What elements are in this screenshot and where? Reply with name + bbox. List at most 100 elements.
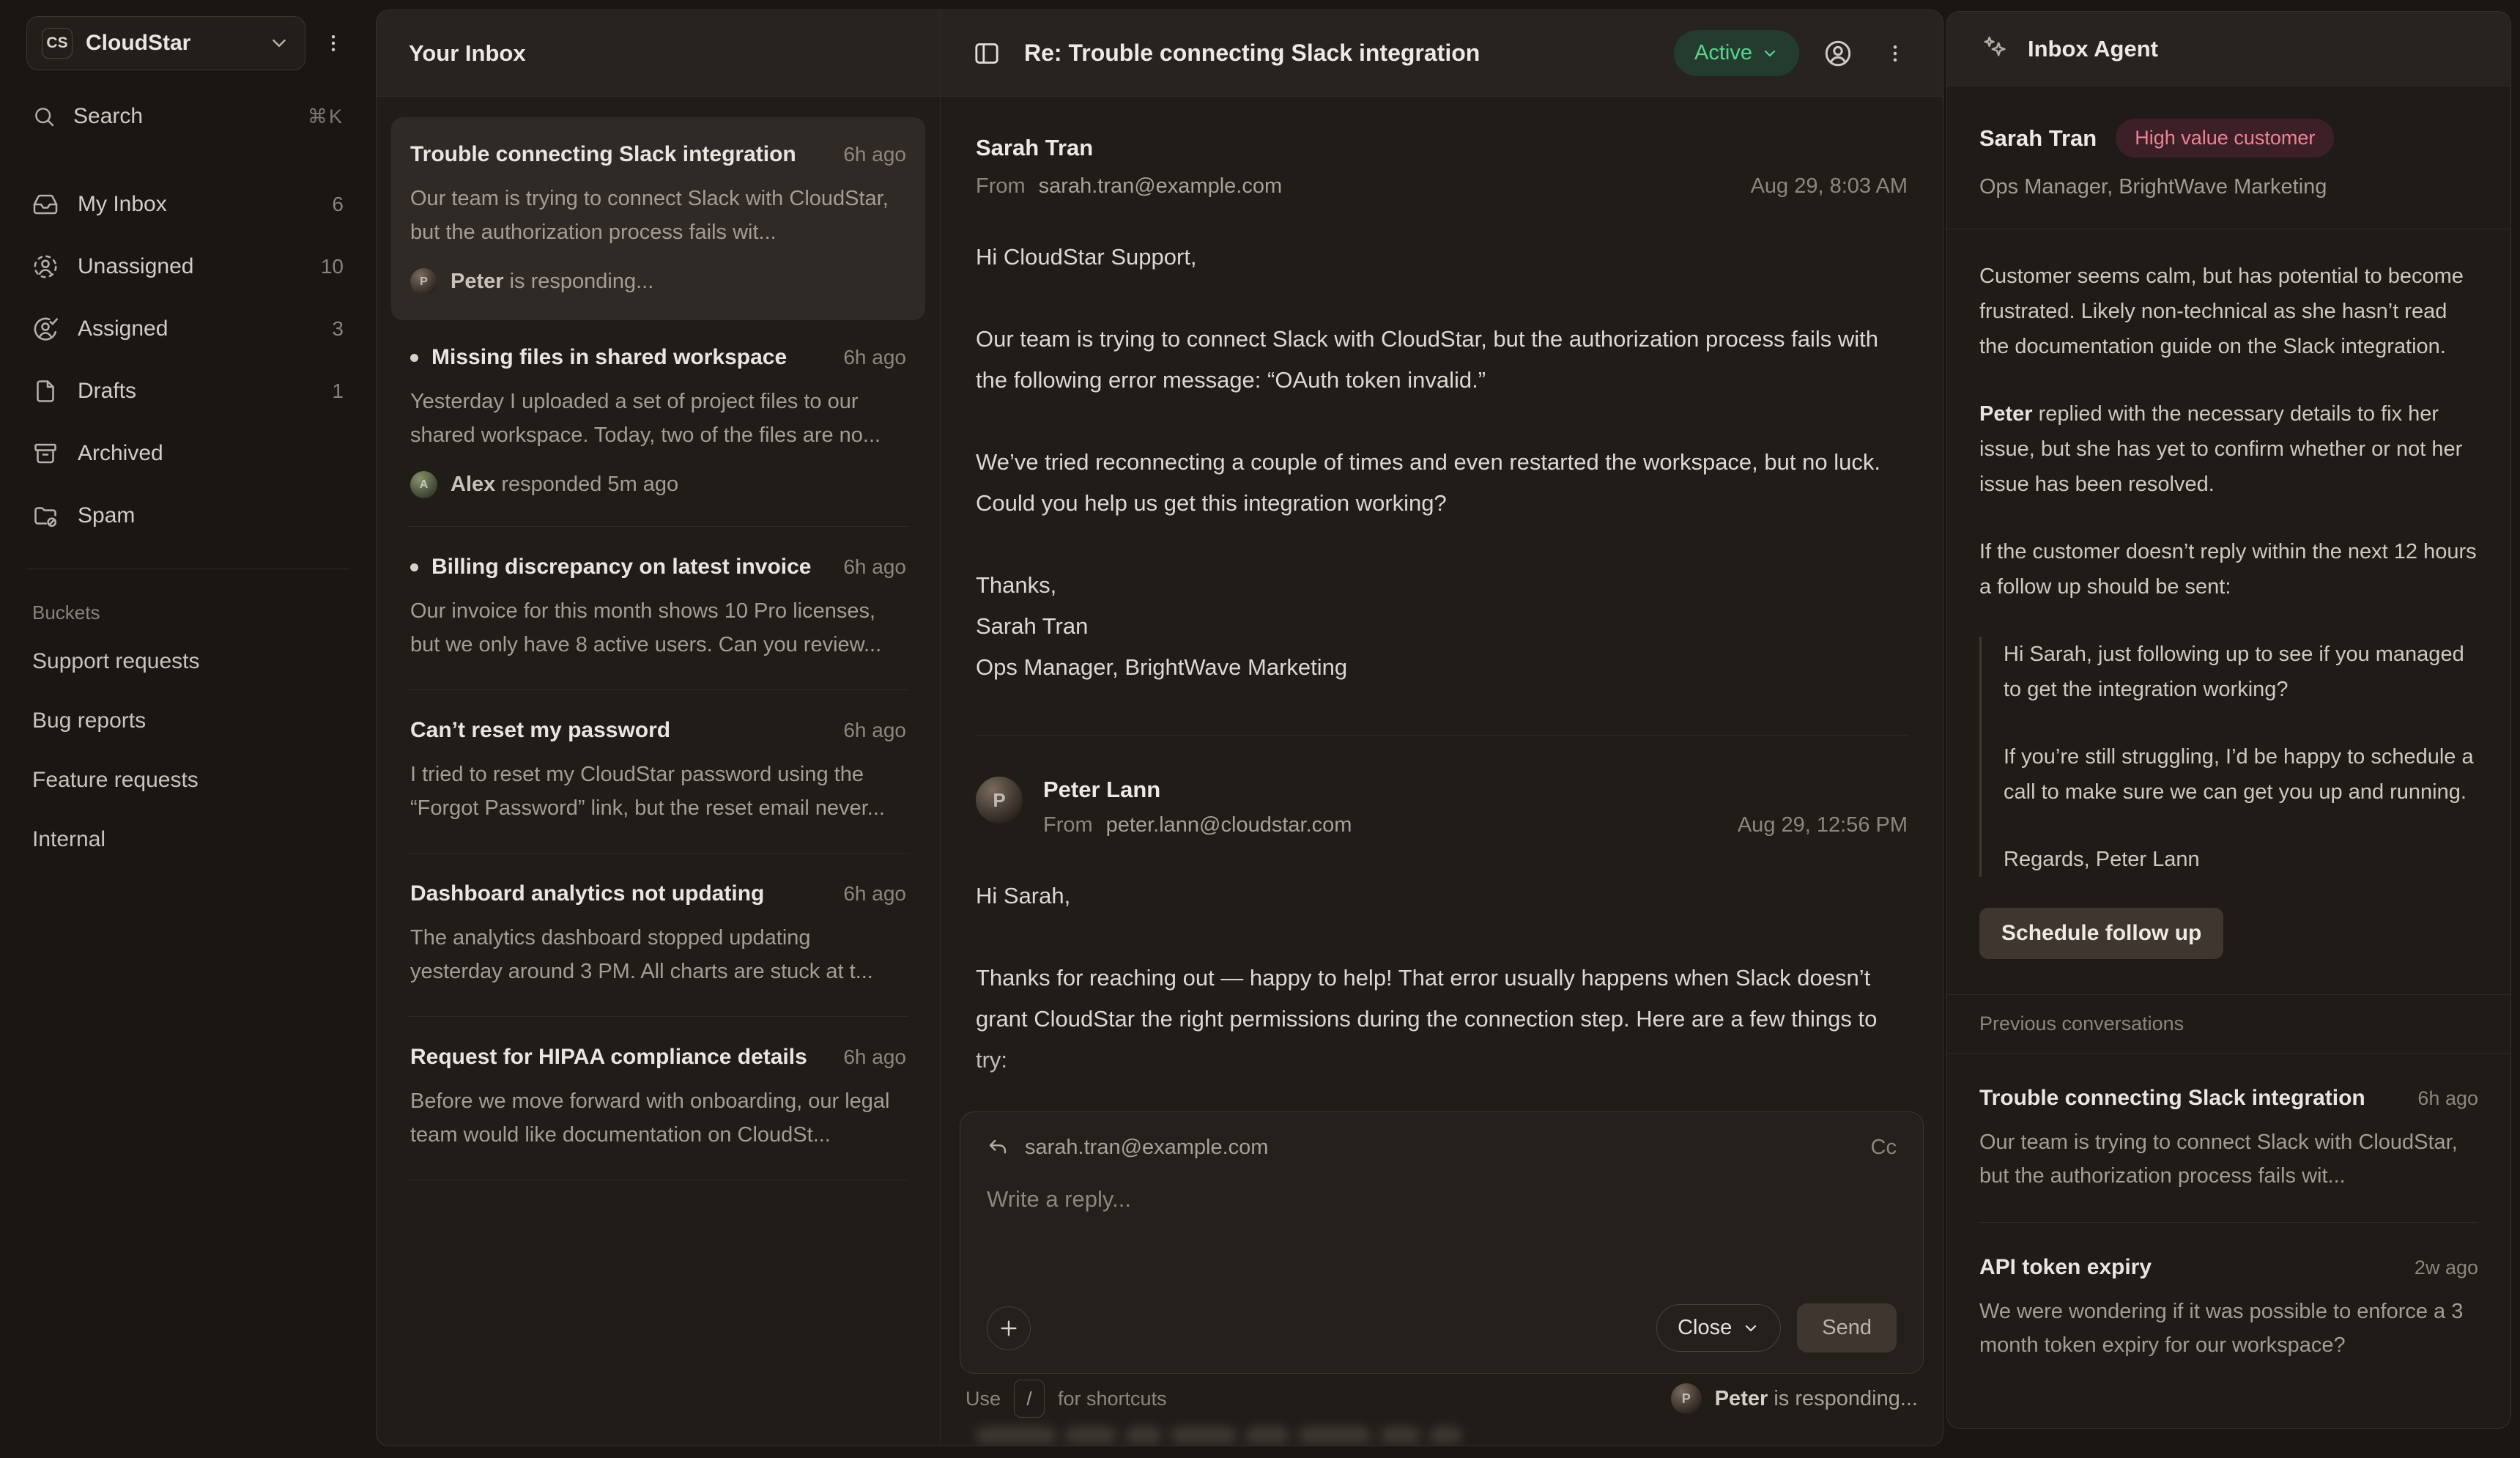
conversation-menu-button[interactable] bbox=[1877, 35, 1913, 72]
sidebar-item-label: Spam bbox=[78, 503, 135, 528]
sidebar-item-label: Archived bbox=[78, 441, 163, 466]
avatar: A bbox=[410, 471, 437, 498]
sidebar-bucket-support-requests[interactable]: Support requests bbox=[26, 632, 349, 691]
inbox-item-time: 6h ago bbox=[843, 555, 906, 579]
previous-conversation-item[interactable]: API token expiry 2w ago We were wonderin… bbox=[1979, 1223, 2478, 1391]
sidebar-bucket-bug-reports[interactable]: Bug reports bbox=[26, 691, 349, 750]
avatar: P bbox=[976, 777, 1023, 824]
archive-icon bbox=[32, 440, 59, 467]
inbox-title: Your Inbox bbox=[409, 40, 526, 67]
search-shortcut: ⌘K bbox=[308, 106, 344, 128]
workspace-name: CloudStar bbox=[86, 31, 255, 56]
sidebar-item-drafts[interactable]: Drafts 1 bbox=[26, 360, 349, 422]
assignee-button[interactable] bbox=[1820, 35, 1856, 72]
message: Sarah Tran From sarah.tran@example.com A… bbox=[976, 135, 1908, 688]
inbox-item-meta: Alex responded 5m ago bbox=[451, 473, 678, 497]
typing-indicator: P Peter is responding... bbox=[1671, 1383, 1918, 1414]
message-divider bbox=[976, 735, 1908, 736]
sender-name: Sarah Tran bbox=[976, 135, 1908, 161]
bucket-label: Feature requests bbox=[32, 768, 199, 793]
user-circle-icon bbox=[1823, 38, 1853, 69]
previous-conversations-label: Previous conversations bbox=[1979, 995, 2478, 1053]
customer-subtitle: Ops Manager, BrightWave Marketing bbox=[1979, 175, 2478, 199]
reply-composer: sarah.tran@example.com Cc Write a reply.… bbox=[960, 1111, 1924, 1374]
sidebar-item-label: My Inbox bbox=[78, 192, 167, 217]
previous-conversation-item[interactable]: Trouble connecting Slack integration 6h … bbox=[1979, 1054, 2478, 1222]
inbox-item-title: Can’t reset my password bbox=[410, 718, 830, 743]
chevron-down-icon bbox=[1761, 45, 1779, 62]
sidebar-item-spam[interactable]: Spam bbox=[26, 484, 349, 547]
status-dropdown[interactable]: Active bbox=[1674, 30, 1799, 76]
inbox-item[interactable]: Can’t reset my password 6h ago I tried t… bbox=[391, 693, 925, 850]
workspace-switcher[interactable]: CS CloudStar bbox=[26, 16, 305, 70]
folder-blocked-icon bbox=[32, 503, 59, 529]
previous-item-preview: We were wondering if it was possible to … bbox=[1979, 1295, 2478, 1362]
sidebar-item-my-inbox[interactable]: My Inbox 6 bbox=[26, 173, 349, 235]
file-icon bbox=[32, 378, 59, 404]
sender-name: Peter Lann bbox=[1043, 777, 1908, 803]
agent-summary-3: If the customer doesn’t reply within the… bbox=[1979, 534, 2478, 604]
customer-badge: High value customer bbox=[2116, 119, 2334, 158]
add-attachment-button[interactable] bbox=[987, 1306, 1031, 1350]
inbox-item-preview: Before we move forward with onboarding, … bbox=[410, 1084, 906, 1152]
search-input[interactable]: Search ⌘K bbox=[26, 104, 349, 129]
inbox-item-preview: I tried to reset my CloudStar password u… bbox=[410, 758, 906, 825]
schedule-follow-up-button[interactable]: Schedule follow up bbox=[1979, 908, 2223, 959]
inbox-item-preview: Our team is trying to connect Slack with… bbox=[410, 182, 906, 249]
inbox-list-pane: Your Inbox Trouble connecting Slack inte… bbox=[377, 10, 941, 1446]
workspace-logo: CS bbox=[42, 28, 73, 59]
sidebar-item-unassigned[interactable]: Unassigned 10 bbox=[26, 235, 349, 297]
slash-keycap: / bbox=[1014, 1380, 1045, 1418]
previous-item-title: Trouble connecting Slack integration bbox=[1979, 1086, 2404, 1111]
message-body: Hi Sarah, Thanks for reaching out — happ… bbox=[976, 876, 1908, 1081]
user-dashed-icon bbox=[32, 254, 59, 280]
from-label: From bbox=[1043, 813, 1093, 837]
close-dropdown-button[interactable]: Close bbox=[1656, 1304, 1781, 1352]
inbox-item-time: 6h ago bbox=[843, 719, 906, 742]
inbox-item[interactable]: Dashboard analytics not updating 6h ago … bbox=[391, 856, 925, 1013]
user-check-icon bbox=[32, 316, 59, 342]
unread-dot bbox=[410, 563, 418, 571]
blurred-draft-preview bbox=[976, 1426, 1462, 1444]
inbox-item-title: Request for HIPAA compliance details bbox=[410, 1045, 830, 1070]
sidebar-item-assigned[interactable]: Assigned 3 bbox=[26, 297, 349, 360]
inbox-item[interactable]: Request for HIPAA compliance details 6h … bbox=[391, 1020, 925, 1177]
inbox-item-title: Trouble connecting Slack integration bbox=[410, 142, 830, 167]
reply-input[interactable]: Write a reply... bbox=[987, 1186, 1897, 1303]
inbox-icon bbox=[32, 191, 59, 218]
inbox-item[interactable]: Missing files in shared workspace 6h ago… bbox=[391, 320, 925, 523]
app-root: CS CloudStar Search ⌘K bbox=[0, 0, 2520, 1458]
list-divider bbox=[407, 526, 909, 527]
search-icon bbox=[32, 105, 56, 128]
sparkles-icon bbox=[1981, 34, 2010, 64]
inbox-item-meta: Peter is responding... bbox=[451, 270, 653, 294]
previous-item-title: API token expiry bbox=[1979, 1255, 2401, 1280]
sidebar-bucket-feature-requests[interactable]: Feature requests bbox=[26, 750, 349, 810]
sender-email: peter.lann@cloudstar.com bbox=[1106, 813, 1352, 837]
previous-item-time: 6h ago bbox=[2417, 1087, 2478, 1110]
send-button[interactable]: Send bbox=[1797, 1303, 1897, 1352]
toggle-list-panel-button[interactable] bbox=[970, 37, 1004, 70]
plus-icon bbox=[997, 1317, 1020, 1340]
sidebar-bucket-internal[interactable]: Internal bbox=[26, 810, 349, 869]
conversation-title: Re: Trouble connecting Slack integration bbox=[1024, 40, 1653, 67]
conversation-pane: Re: Trouble connecting Slack integration… bbox=[941, 10, 1943, 1446]
sidebar-item-count: 10 bbox=[321, 255, 344, 278]
sidebar-nav: My Inbox 6 Unassigned 10 Assigned 3 bbox=[26, 173, 349, 547]
shortcut-hint-row: Use / for shortcuts P Peter is respondin… bbox=[966, 1380, 1918, 1418]
kebab-icon bbox=[322, 32, 344, 54]
bucket-label: Internal bbox=[32, 827, 105, 852]
workspace-menu-button[interactable] bbox=[317, 27, 349, 59]
use-label: Use bbox=[966, 1388, 1001, 1410]
inbox-item-title: Dashboard analytics not updating bbox=[410, 881, 830, 906]
status-label: Active bbox=[1694, 41, 1752, 65]
inbox-item-selected[interactable]: Trouble connecting Slack integration 6h … bbox=[391, 117, 925, 320]
sidebar-item-label: Assigned bbox=[78, 317, 168, 341]
sidebar-item-archived[interactable]: Archived bbox=[26, 422, 349, 484]
cc-button[interactable]: Cc bbox=[1871, 1136, 1897, 1160]
inbox-item[interactable]: Billing discrepancy on latest invoice 6h… bbox=[391, 530, 925, 687]
kebab-icon bbox=[1884, 42, 1906, 64]
from-label: From bbox=[976, 174, 1026, 199]
shortcuts-label: for shortcuts bbox=[1058, 1388, 1167, 1410]
inbox-item-preview: Yesterday I uploaded a set of project fi… bbox=[410, 385, 906, 452]
